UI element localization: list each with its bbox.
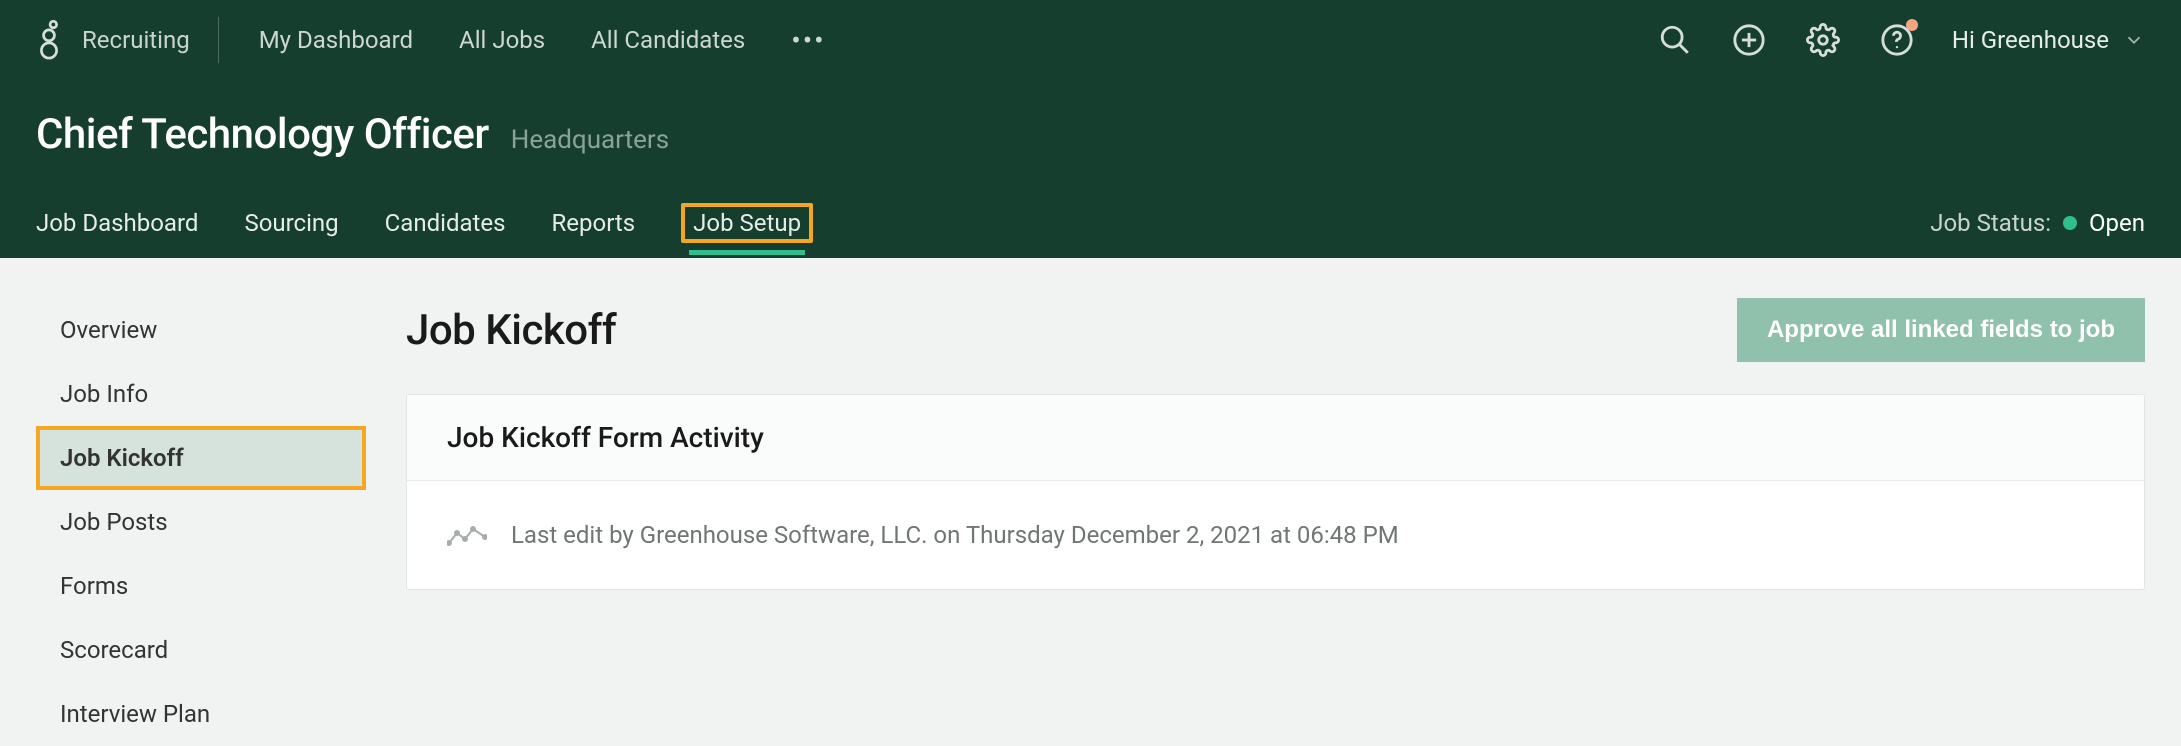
greenhouse-logo-icon [36,20,62,60]
tab-sourcing[interactable]: Sourcing [244,203,338,243]
top-nav: Recruiting My Dashboard All Jobs All Can… [36,0,2145,80]
sidebar-item-job-info[interactable]: Job Info [36,362,366,426]
sidebar-item-forms[interactable]: Forms [36,554,366,618]
job-status: Job Status: Open [1930,209,2145,237]
job-title-bar: Chief Technology Officer Headquarters [36,110,2145,159]
app-header: Recruiting My Dashboard All Jobs All Can… [0,0,2181,258]
gear-icon[interactable] [1804,21,1842,59]
help-icon[interactable] [1878,21,1916,59]
tab-job-dashboard[interactable]: Job Dashboard [36,203,198,243]
greeting-text: Hi Greenhouse [1952,26,2109,54]
page-body: Overview Job Info Job Kickoff Job Posts … [0,258,2181,746]
approve-all-button[interactable]: Approve all linked fields to job [1737,298,2145,362]
page-title: Job Kickoff [406,306,616,355]
job-status-label: Job Status: [1930,209,2051,237]
sidebar-item-job-kickoff[interactable]: Job Kickoff [36,426,366,490]
sidebar-item-job-posts[interactable]: Job Posts [36,490,366,554]
brand-label[interactable]: Recruiting [82,26,190,54]
nav-more-icon[interactable]: ••• [791,24,825,57]
activity-chart-icon [447,523,487,547]
nav-all-jobs[interactable]: All Jobs [459,26,545,54]
sidebar: Overview Job Info Job Kickoff Job Posts … [36,298,366,746]
sidebar-item-scorecard[interactable]: Scorecard [36,618,366,682]
status-dot-icon [2063,216,2077,230]
user-menu[interactable]: Hi Greenhouse [1952,26,2145,54]
job-subtabs: Job Dashboard Sourcing Candidates Report… [36,203,813,243]
brand-section: Recruiting [36,17,219,63]
top-nav-right: Hi Greenhouse [1656,21,2145,59]
chevron-down-icon [2123,29,2145,51]
search-icon[interactable] [1656,21,1694,59]
job-subtabs-row: Job Dashboard Sourcing Candidates Report… [36,188,2145,258]
main-header: Job Kickoff Approve all linked fields to… [406,298,2145,362]
tab-reports[interactable]: Reports [552,203,636,243]
sidebar-item-interview-plan[interactable]: Interview Plan [36,682,366,746]
job-location: Headquarters [511,125,669,155]
main-content: Job Kickoff Approve all linked fields to… [406,298,2145,746]
primary-nav: My Dashboard All Jobs All Candidates ••• [259,24,826,57]
tab-job-setup[interactable]: Job Setup [681,203,813,243]
notification-dot-icon [1906,19,1918,31]
activity-card-body: Last edit by Greenhouse Software, LLC. o… [407,481,2144,589]
activity-card-title: Job Kickoff Form Activity [407,395,2144,481]
tab-candidates[interactable]: Candidates [385,203,506,243]
add-icon[interactable] [1730,21,1768,59]
activity-text: Last edit by Greenhouse Software, LLC. o… [511,521,1399,549]
nav-my-dashboard[interactable]: My Dashboard [259,26,413,54]
job-title: Chief Technology Officer [36,110,489,159]
activity-card: Job Kickoff Form Activity Last edit by G… [406,394,2145,590]
job-status-value: Open [2089,209,2145,237]
nav-all-candidates[interactable]: All Candidates [591,26,745,54]
sidebar-item-overview[interactable]: Overview [36,298,366,362]
